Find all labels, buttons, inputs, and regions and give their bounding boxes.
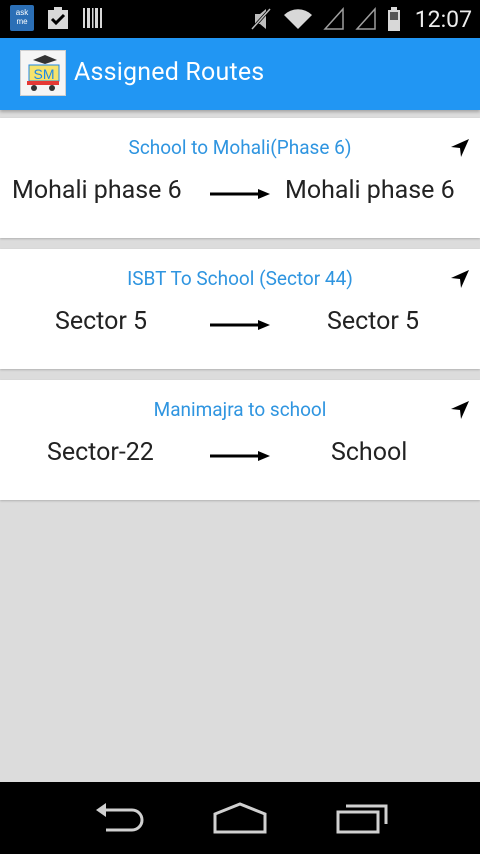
route-start: Sector-22 [47, 438, 154, 467]
route-title: ISBT To School (Sector 44) [127, 267, 353, 290]
route-end: School [331, 438, 408, 467]
signal-icon [355, 7, 376, 30]
route-end: Sector 5 [327, 307, 420, 336]
svg-text:ask: ask [16, 8, 29, 17]
svg-text:me: me [16, 17, 28, 26]
battery-icon [387, 7, 400, 31]
navigation-arrow-icon[interactable] [450, 269, 470, 289]
clipboard-check-icon [48, 7, 68, 29]
app-logo: SM [20, 50, 66, 96]
route-start: Sector 5 [55, 307, 148, 336]
route-title: Manimajra to school [153, 398, 327, 421]
barcode-icon [83, 8, 102, 28]
recents-icon[interactable] [334, 800, 390, 836]
route-card[interactable]: School to Mohali(Phase 6) Mohali phase 6… [0, 118, 480, 238]
mute-icon [250, 7, 271, 31]
back-icon[interactable] [92, 800, 148, 836]
navigation-bar [0, 782, 480, 854]
right-arrow-icon [210, 320, 270, 330]
system-status-icons: 12:07 [249, 0, 472, 38]
wifi-icon [283, 9, 312, 29]
route-card[interactable]: ISBT To School (Sector 44) Sector 5 Sect… [0, 249, 480, 369]
home-icon[interactable] [212, 800, 268, 836]
page-title: Assigned Routes [74, 58, 265, 87]
navigation-arrow-icon[interactable] [450, 138, 470, 158]
logo-text: SM [34, 66, 55, 82]
right-arrow-icon [210, 189, 270, 199]
route-card[interactable]: Manimajra to school Sector-22 School [0, 380, 480, 500]
navigation-arrow-icon[interactable] [450, 400, 470, 420]
app-bar: SM Assigned Routes [0, 38, 480, 110]
route-title: School to Mohali(Phase 6) [128, 136, 352, 159]
clock: 12:07 [414, 5, 472, 33]
notification-icons: ask me [10, 5, 104, 31]
signal-icon [323, 7, 344, 30]
school-bus-logo-icon: SM [27, 55, 60, 91]
right-arrow-icon [210, 451, 270, 461]
status-bar: ask me 12:07 [0, 0, 480, 38]
route-start: Mohali phase 6 [12, 176, 182, 205]
askme-icon: ask me [10, 5, 34, 31]
route-end: Mohali phase 6 [285, 176, 455, 205]
